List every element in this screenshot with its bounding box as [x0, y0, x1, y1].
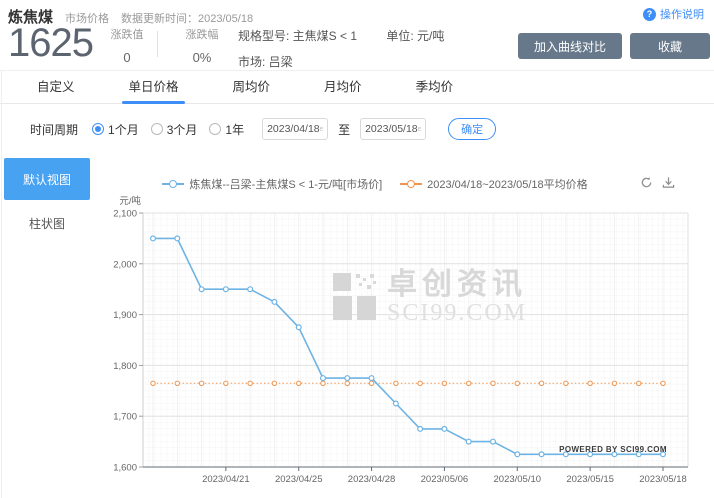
unit-label: 单位: 元/吨	[386, 29, 444, 43]
filter-row: 时间周期 1个月 3个月 1年 2023/04/18 至 2023/05/18 …	[0, 104, 714, 154]
start-date-input[interactable]: 2023/04/18	[262, 118, 328, 140]
svg-text:2023/05/18: 2023/05/18	[639, 474, 687, 485]
legend-label-price: 炼焦煤--吕梁-主焦煤S < 1-元/吨[市场价]	[189, 176, 382, 192]
start-date-value: 2023/04/18	[267, 123, 320, 135]
header: 炼焦煤 市场价格 数据更新时间：2023/05/18 ? 操作说明 1625 涨…	[0, 0, 714, 68]
price-chart-panel: 炼焦煤--吕梁-主焦煤S < 1-元/吨[市场价] 2023/04/18~202…	[105, 172, 705, 498]
calendar-icon	[320, 124, 323, 134]
change-value: 0	[107, 50, 147, 65]
change-pct-label: 涨跌幅	[182, 26, 222, 42]
change-pct: 0%	[182, 50, 222, 65]
legend-item-average[interactable]: 2023/04/18~2023/05/18平均价格	[400, 176, 588, 192]
svg-text:2023/05/15: 2023/05/15	[566, 474, 614, 485]
period-1year-label: 1年	[225, 121, 244, 138]
tab-bar: 自定义 单日价格 周均价 月均价 季均价	[0, 70, 714, 104]
change-value-block: 涨跌值 0	[107, 26, 147, 65]
svg-text:元/吨: 元/吨	[119, 195, 141, 207]
svg-text:2023/04/25: 2023/04/25	[275, 474, 323, 485]
svg-text:1,800: 1,800	[113, 361, 137, 372]
end-date-input[interactable]: 2023/05/18	[360, 118, 426, 140]
powered-by-label: POWERED BY SCI99.COM	[559, 445, 667, 454]
spec-label: 规格型号: 主焦煤S < 1	[238, 29, 357, 43]
svg-text:2023/04/21: 2023/04/21	[202, 474, 250, 485]
svg-text:1,900: 1,900	[113, 310, 137, 321]
svg-text:1,600: 1,600	[113, 463, 137, 474]
end-date-value: 2023/05/18	[365, 123, 418, 135]
radio-icon	[209, 123, 221, 135]
current-price: 1625	[8, 22, 93, 64]
favorite-button[interactable]: 收藏	[630, 33, 710, 59]
line-marker-icon	[400, 179, 422, 189]
market-label: 市场: 吕梁	[238, 55, 293, 69]
question-icon: ?	[643, 8, 656, 21]
to-label: 至	[338, 121, 350, 138]
help-label: 操作说明	[660, 6, 704, 22]
tab-monthly-avg[interactable]: 月均价	[297, 71, 389, 103]
radio-selected-icon	[92, 123, 104, 135]
tab-weekly-avg[interactable]: 周均价	[206, 71, 298, 103]
period-1month-label: 1个月	[108, 121, 139, 138]
period-label: 时间周期	[30, 121, 78, 138]
add-compare-button[interactable]: 加入曲线对比	[518, 33, 622, 59]
chart-legend: 炼焦煤--吕梁-主焦煤S < 1-元/吨[市场价] 2023/04/18~202…	[105, 176, 645, 192]
tab-custom[interactable]: 自定义	[10, 71, 102, 103]
svg-text:2023/05/06: 2023/05/06	[421, 474, 469, 485]
period-option-1year[interactable]: 1年	[209, 121, 244, 138]
divider	[157, 31, 158, 57]
help-link[interactable]: ? 操作说明	[643, 6, 704, 22]
content-left-border	[1, 70, 2, 498]
legend-label-average: 2023/04/18~2023/05/18平均价格	[427, 176, 588, 192]
line-marker-icon	[162, 179, 184, 189]
tab-daily-price[interactable]: 单日价格	[102, 71, 206, 103]
confirm-button[interactable]: 确定	[448, 118, 496, 140]
svg-text:2023/05/10: 2023/05/10	[494, 474, 542, 485]
svg-text:1,700: 1,700	[113, 412, 137, 423]
radio-icon	[151, 123, 163, 135]
download-icon[interactable]	[662, 176, 675, 189]
legend-item-price-series[interactable]: 炼焦煤--吕梁-主焦煤S < 1-元/吨[市场价]	[162, 176, 382, 192]
calendar-icon	[418, 124, 421, 134]
period-option-1month[interactable]: 1个月	[92, 121, 139, 138]
change-pct-block: 涨跌幅 0%	[182, 26, 222, 65]
svg-text:2,100: 2,100	[113, 209, 137, 220]
svg-text:2,000: 2,000	[113, 259, 137, 270]
page: { "header": { "title": "炼焦煤", "category_…	[0, 0, 714, 498]
period-3month-label: 3个月	[167, 121, 198, 138]
chart-toolbar	[640, 176, 675, 189]
change-value-label: 涨跌值	[107, 26, 147, 42]
tab-quarterly-avg[interactable]: 季均价	[389, 71, 481, 103]
header-buttons: 加入曲线对比 收藏	[518, 33, 710, 59]
sidebar-item-default-view[interactable]: 默认视图	[4, 158, 90, 200]
svg-text:2023/04/28: 2023/04/28	[348, 474, 396, 485]
sidebar-item-bar-chart[interactable]: 柱状图	[4, 212, 90, 234]
period-option-3month[interactable]: 3个月	[151, 121, 198, 138]
refresh-icon[interactable]	[640, 176, 653, 189]
